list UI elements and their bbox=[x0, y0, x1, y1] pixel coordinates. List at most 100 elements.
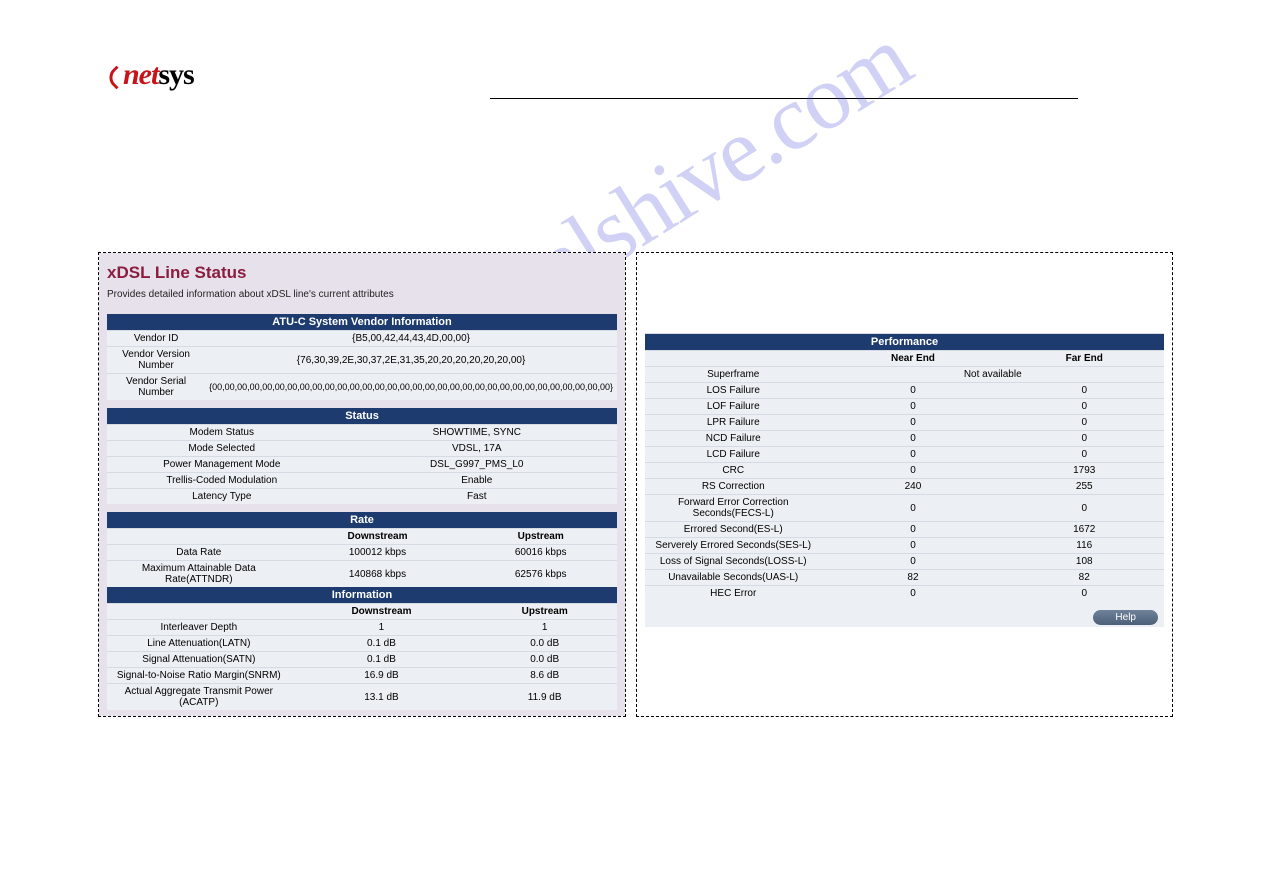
panel-title: xDSL Line Status bbox=[107, 263, 617, 283]
row-value: {B5,00,42,44,43,4D,00,00} bbox=[205, 331, 617, 347]
row-value: 100012 kbps bbox=[291, 545, 465, 561]
col-header-near: Near End bbox=[821, 351, 1004, 367]
row-value: 8.6 dB bbox=[472, 668, 617, 684]
table-row: LOS Failure00 bbox=[645, 383, 1164, 399]
perf-section-header: Performance bbox=[645, 334, 1164, 351]
table-row: Forward Error Correction Seconds(FECS-L)… bbox=[645, 495, 1164, 522]
row-value: 0 bbox=[821, 554, 1004, 570]
row-label: Unavailable Seconds(UAS-L) bbox=[645, 570, 821, 586]
table-row: Errored Second(ES-L)01672 bbox=[645, 522, 1164, 538]
row-value: 0.0 dB bbox=[472, 652, 617, 668]
table-row: Latency TypeFast bbox=[107, 489, 617, 505]
table-header-row: DownstreamUpstream bbox=[107, 604, 617, 620]
table-row: Data Rate100012 kbps60016 kbps bbox=[107, 545, 617, 561]
row-value: 0 bbox=[821, 431, 1004, 447]
row-value: 62576 kbps bbox=[464, 561, 617, 588]
row-value: 0 bbox=[821, 522, 1004, 538]
row-label: Line Attenuation(LATN) bbox=[107, 636, 291, 652]
row-value: 0 bbox=[821, 399, 1004, 415]
row-value: 0 bbox=[821, 415, 1004, 431]
row-label: Interleaver Depth bbox=[107, 620, 291, 636]
row-value: SHOWTIME, SYNC bbox=[337, 425, 618, 441]
table-row: LOF Failure00 bbox=[645, 399, 1164, 415]
row-label: Superframe bbox=[645, 367, 821, 383]
row-label: Vendor ID bbox=[107, 331, 205, 347]
table-row: LPR Failure00 bbox=[645, 415, 1164, 431]
table-row: Maximum Attainable Data Rate(ATTNDR)1408… bbox=[107, 561, 617, 588]
row-label: RS Correction bbox=[645, 479, 821, 495]
table-header-row: Near EndFar End bbox=[645, 351, 1164, 367]
row-label: LPR Failure bbox=[645, 415, 821, 431]
logo-part1: net bbox=[108, 58, 158, 91]
row-value: 16.9 dB bbox=[291, 668, 473, 684]
row-value: 1 bbox=[291, 620, 473, 636]
status-table: Status Modem StatusSHOWTIME, SYNC Mode S… bbox=[107, 408, 617, 504]
row-value: DSL_G997_PMS_L0 bbox=[337, 457, 618, 473]
row-label: Loss of Signal Seconds(LOSS-L) bbox=[645, 554, 821, 570]
row-label: Modem Status bbox=[107, 425, 337, 441]
row-label: Serverely Errored Seconds(SES-L) bbox=[645, 538, 821, 554]
row-label: Signal-to-Noise Ratio Margin(SNRM) bbox=[107, 668, 291, 684]
row-value: Not available bbox=[821, 367, 1164, 383]
row-value: 108 bbox=[1004, 554, 1164, 570]
row-value: 82 bbox=[821, 570, 1004, 586]
row-label: Vendor Version Number bbox=[107, 347, 205, 374]
row-value: 0 bbox=[821, 383, 1004, 399]
information-table: Information DownstreamUpstream Interleav… bbox=[107, 587, 617, 710]
row-value: 0 bbox=[1004, 586, 1164, 602]
row-label: HEC Error bbox=[645, 586, 821, 602]
table-row: HEC Error00 bbox=[645, 586, 1164, 602]
row-value: 0 bbox=[821, 447, 1004, 463]
performance-panel: Performance Near EndFar End SuperframeNo… bbox=[636, 252, 1173, 717]
row-label: LOF Failure bbox=[645, 399, 821, 415]
rate-table: Rate DownstreamUpstream Data Rate100012 … bbox=[107, 512, 617, 587]
row-value: 0 bbox=[821, 538, 1004, 554]
table-row: Interleaver Depth11 bbox=[107, 620, 617, 636]
row-value: 0 bbox=[821, 463, 1004, 479]
row-label: Actual Aggregate Transmit Power (ACATP) bbox=[107, 684, 291, 711]
row-label: Data Rate bbox=[107, 545, 291, 561]
row-label: Forward Error Correction Seconds(FECS-L) bbox=[645, 495, 821, 522]
table-row: CRC01793 bbox=[645, 463, 1164, 479]
row-value: 0 bbox=[1004, 399, 1164, 415]
table-header-row: DownstreamUpstream bbox=[107, 529, 617, 545]
panel-subtitle: Provides detailed information about xDSL… bbox=[107, 289, 617, 300]
row-label: Latency Type bbox=[107, 489, 337, 505]
col-header-down: Downstream bbox=[291, 529, 465, 545]
row-value: 240 bbox=[821, 479, 1004, 495]
table-row: Trellis-Coded ModulationEnable bbox=[107, 473, 617, 489]
row-value: Enable bbox=[337, 473, 618, 489]
row-value: 0 bbox=[1004, 415, 1164, 431]
row-value: 1793 bbox=[1004, 463, 1164, 479]
table-row: Actual Aggregate Transmit Power (ACATP)1… bbox=[107, 684, 617, 711]
row-label: Vendor Serial Number bbox=[107, 374, 205, 401]
table-row: RS Correction240255 bbox=[645, 479, 1164, 495]
table-row: Signal-to-Noise Ratio Margin(SNRM)16.9 d… bbox=[107, 668, 617, 684]
row-label: LCD Failure bbox=[645, 447, 821, 463]
vendor-table: ATU-C System Vendor Information Vendor I… bbox=[107, 314, 617, 400]
table-row: Vendor Version Number{76,30,39,2E,30,37,… bbox=[107, 347, 617, 374]
row-value: 0 bbox=[1004, 447, 1164, 463]
row-value: 0.0 dB bbox=[472, 636, 617, 652]
header-divider bbox=[490, 98, 1078, 99]
row-value: 0 bbox=[821, 586, 1004, 602]
table-row: LCD Failure00 bbox=[645, 447, 1164, 463]
help-button[interactable]: Help bbox=[1093, 610, 1158, 625]
table-row: Serverely Errored Seconds(SES-L)0116 bbox=[645, 538, 1164, 554]
logo-part2: sys bbox=[158, 58, 193, 91]
col-header-up: Upstream bbox=[464, 529, 617, 545]
row-value: Fast bbox=[337, 489, 618, 505]
performance-table: Performance Near EndFar End SuperframeNo… bbox=[645, 333, 1164, 601]
row-label: CRC bbox=[645, 463, 821, 479]
row-value: 140868 kbps bbox=[291, 561, 465, 588]
row-value: 0 bbox=[1004, 495, 1164, 522]
row-value: 13.1 dB bbox=[291, 684, 473, 711]
row-value: 0.1 dB bbox=[291, 652, 473, 668]
table-row: Unavailable Seconds(UAS-L)8282 bbox=[645, 570, 1164, 586]
row-value: {76,30,39,2E,30,37,2E,31,35,20,20,20,20,… bbox=[205, 347, 617, 374]
help-bar: Help bbox=[645, 601, 1164, 627]
info-section-header: Information bbox=[107, 587, 617, 604]
table-row: SuperframeNot available bbox=[645, 367, 1164, 383]
table-row: Signal Attenuation(SATN)0.1 dB0.0 dB bbox=[107, 652, 617, 668]
row-value: 11.9 dB bbox=[472, 684, 617, 711]
